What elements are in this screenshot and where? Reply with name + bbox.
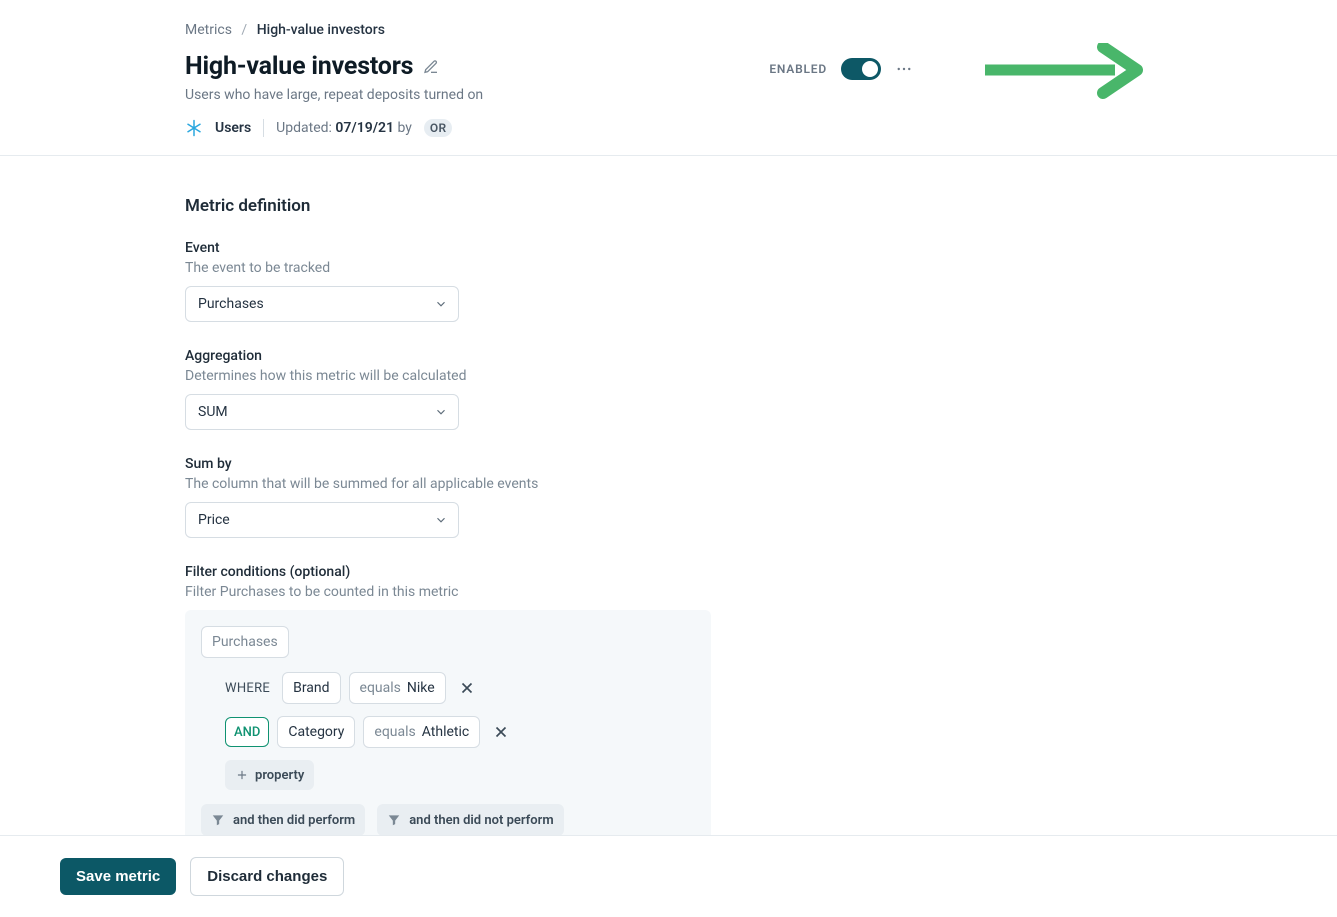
meta-divider: [263, 119, 264, 137]
enabled-toggle[interactable]: [841, 58, 881, 80]
meta-updated: Updated: 07/19/21 by: [276, 120, 412, 136]
aggregation-select-value: SUM: [198, 404, 228, 420]
where-label: WHERE: [225, 681, 270, 696]
filter-box: Purchases WHERE Brand equals Nike AND Ca…: [185, 610, 711, 852]
filter-op: equals: [360, 680, 401, 696]
remove-filter-icon[interactable]: [492, 723, 510, 741]
then-did-not-perform-label: and then did not perform: [409, 813, 553, 828]
plus-icon: [235, 768, 249, 782]
snowflake-icon: [185, 119, 203, 137]
breadcrumb-root[interactable]: Metrics: [185, 22, 232, 38]
remove-filter-icon[interactable]: [458, 679, 476, 697]
filter-value: Nike: [407, 680, 435, 696]
event-select[interactable]: Purchases: [185, 286, 459, 322]
sumby-select[interactable]: Price: [185, 502, 459, 538]
page-title: High-value investors: [185, 52, 413, 81]
filters-label: Filter conditions (optional): [185, 564, 1125, 580]
header-divider: [0, 155, 1337, 156]
aggregation-select[interactable]: SUM: [185, 394, 459, 430]
then-did-perform-label: and then did perform: [233, 813, 355, 828]
breadcrumb: Metrics / High-value investors: [185, 22, 1125, 38]
discard-button[interactable]: Discard changes: [190, 857, 344, 896]
breadcrumb-separator: /: [241, 22, 247, 38]
filter-op-value-pill[interactable]: equals Nike: [349, 672, 446, 704]
filter-source-pill[interactable]: Purchases: [201, 626, 289, 658]
sumby-label: Sum by: [185, 456, 1125, 472]
then-did-not-perform-button[interactable]: and then did not perform: [377, 804, 563, 836]
filter-field-pill[interactable]: Brand: [282, 672, 340, 704]
breadcrumb-current: High-value investors: [257, 22, 385, 38]
meta-updated-date: 07/19/21: [335, 120, 394, 136]
filter-row: WHERE Brand equals Nike: [225, 672, 695, 704]
filter-op-value-pill[interactable]: equals Athletic: [363, 716, 480, 748]
add-property-label: property: [255, 768, 304, 783]
filter-op: equals: [374, 724, 415, 740]
event-help: The event to be tracked: [185, 260, 1125, 276]
chevron-down-icon: [434, 513, 448, 527]
funnel-icon: [387, 813, 401, 827]
edit-title-icon[interactable]: [423, 59, 439, 75]
sumby-help: The column that will be summed for all a…: [185, 476, 1125, 492]
chevron-down-icon: [434, 297, 448, 311]
filter-row: AND Category equals Athletic: [225, 716, 695, 748]
aggregation-help: Determines how this metric will be calcu…: [185, 368, 1125, 384]
add-property-button[interactable]: property: [225, 760, 314, 790]
aggregation-label: Aggregation: [185, 348, 1125, 364]
filter-value: Athletic: [422, 724, 469, 740]
save-button[interactable]: Save metric: [60, 858, 176, 895]
bottom-action-bar: Save metric Discard changes: [0, 835, 1337, 917]
meta-source: Users: [215, 120, 251, 136]
page-subtitle: Users who have large, repeat deposits tu…: [185, 87, 1125, 103]
filter-field-pill[interactable]: Category: [277, 716, 355, 748]
funnel-icon: [211, 813, 225, 827]
event-label: Event: [185, 240, 1125, 256]
enabled-label: ENABLED: [769, 62, 827, 76]
meta-updated-prefix: Updated:: [276, 120, 335, 136]
section-title: Metric definition: [185, 196, 1125, 216]
event-select-value: Purchases: [198, 296, 264, 312]
sumby-select-value: Price: [198, 512, 230, 528]
filters-help: Filter Purchases to be counted in this m…: [185, 584, 1125, 600]
more-menu-button[interactable]: [895, 60, 913, 78]
author-avatar[interactable]: OR: [424, 119, 453, 137]
then-did-perform-button[interactable]: and then did perform: [201, 804, 365, 836]
chevron-down-icon: [434, 405, 448, 419]
meta-updated-by: by: [394, 120, 412, 136]
and-pill[interactable]: AND: [225, 717, 269, 747]
